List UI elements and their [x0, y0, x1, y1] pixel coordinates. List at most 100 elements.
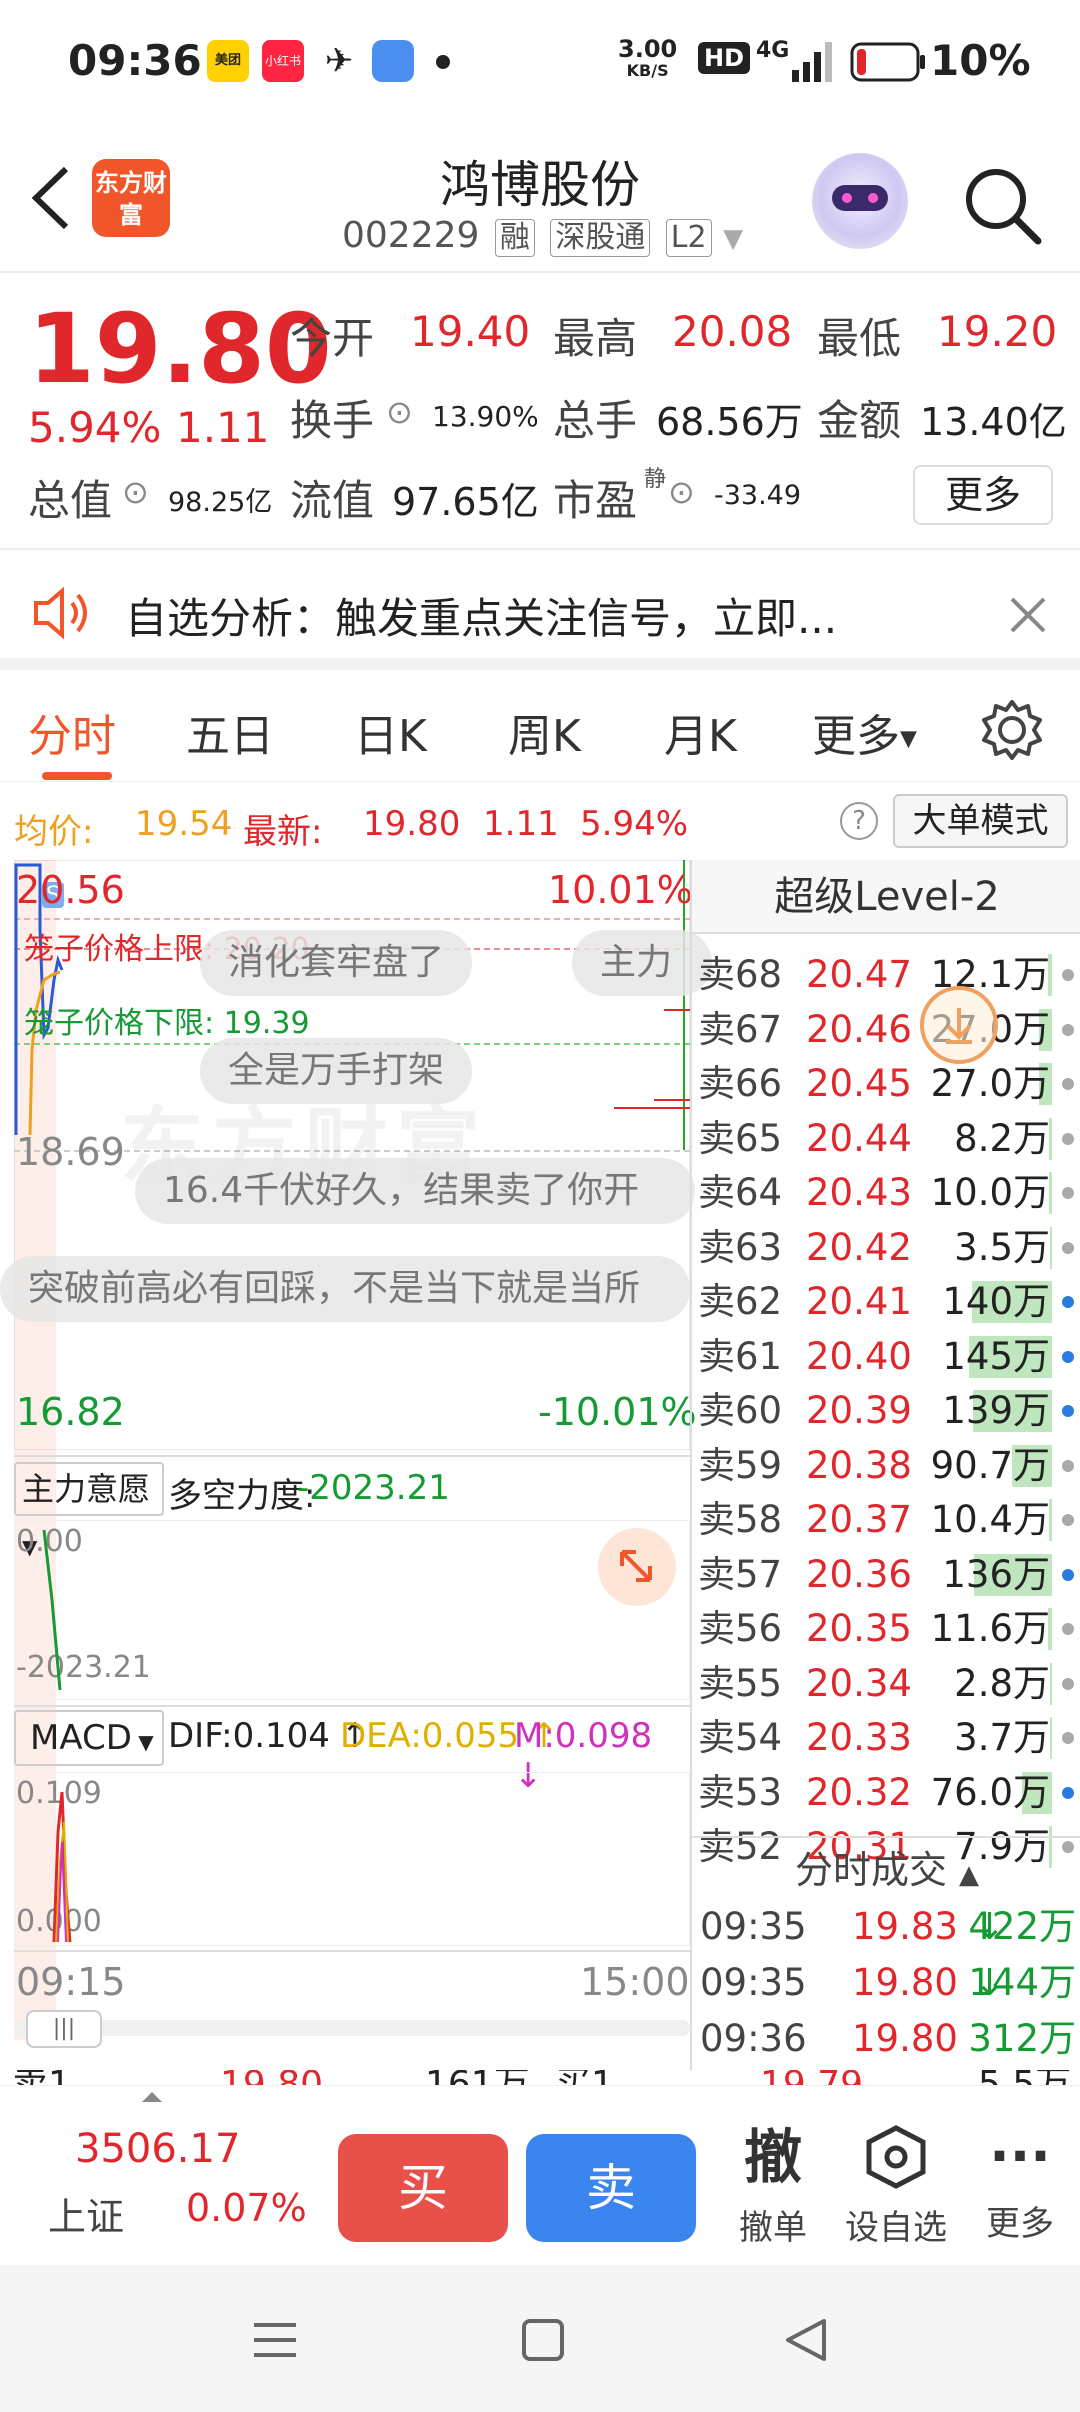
index-name[interactable]: 上证: [48, 2186, 124, 2241]
gear-icon[interactable]: [980, 698, 1044, 762]
orderbook-row[interactable]: 卖56 20.35 11.6万: [692, 1602, 1080, 1656]
more-button[interactable]: ··· 更多: [976, 2124, 1064, 2245]
time-start: 09:15: [16, 1960, 126, 2004]
orderbook-volume: 136万: [942, 1552, 1050, 1596]
signal-banner[interactable]: 自选分析：触发重点关注信号，立即...: [0, 555, 1080, 670]
cancel-order-button[interactable]: 撤 撤单: [733, 2124, 813, 2249]
macd-selector[interactable]: MACD ▼: [14, 1710, 164, 1766]
cancel-icon: 撤: [743, 2123, 802, 2191]
close-icon[interactable]: [1008, 595, 1048, 635]
info-circle-icon[interactable]: ⊙: [668, 473, 695, 511]
indicator-value: -2023.21: [297, 1468, 450, 1508]
stock-code-line[interactable]: 002229 融 深股通 L2 ▼: [342, 215, 743, 257]
orderbook-level: 卖60: [698, 1389, 783, 1432]
status-dot-icon: [1062, 1350, 1074, 1363]
comment-bubble[interactable]: 16.4千伏好久，结果卖了你开: [135, 1158, 695, 1224]
orderbook-row[interactable]: 卖66 20.45 27.0万: [692, 1057, 1080, 1111]
index-percent[interactable]: 0.07%: [186, 2186, 307, 2230]
add-watchlist-button[interactable]: 设自选: [840, 2124, 952, 2249]
orderbook-level: 卖55: [698, 1661, 783, 1705]
orderbook-row[interactable]: 卖57 20.36 136万: [692, 1548, 1080, 1602]
status-dot-icon: [1062, 1187, 1074, 1199]
tab-weekly-k[interactable]: 周K: [508, 700, 581, 764]
mcap-value: 98.25亿: [168, 487, 273, 518]
comment-bubble[interactable]: 全是万手打架: [200, 1038, 473, 1104]
open-label: 今开: [290, 314, 375, 363]
battery-icon: [850, 42, 925, 82]
comment-bubble[interactable]: 突破前高必有回踩，不是当下就是当所: [0, 1256, 690, 1322]
search-icon[interactable]: [962, 165, 1046, 249]
orderbook-level: 卖63: [698, 1225, 783, 1269]
trades-title[interactable]: 分时成交 ▲: [692, 1840, 1080, 1905]
indicator-selector[interactable]: 主力意愿 ▼: [14, 1462, 164, 1559]
tab-five-day[interactable]: 五日: [186, 700, 274, 764]
sell-button[interactable]: 卖: [526, 2134, 696, 2242]
orderbook-row[interactable]: 卖60 20.39 139万: [692, 1384, 1080, 1438]
caret-up-icon[interactable]: [140, 2090, 164, 2104]
orderbook-price: 20.36: [806, 1552, 912, 1596]
scroll-handle[interactable]: |||: [26, 2010, 102, 2048]
menu-icon[interactable]: [250, 2315, 300, 2365]
back-arrow-icon[interactable]: [26, 163, 76, 233]
scroll-track[interactable]: [14, 2020, 690, 2036]
buy-button[interactable]: 买: [338, 2134, 508, 2242]
orderbook-price: 20.37: [806, 1498, 912, 1541]
big-order-mode-button[interactable]: 大单模式: [893, 794, 1068, 848]
badge-sgt: 深股通: [550, 219, 651, 257]
pe-static-mark: 静: [644, 467, 667, 492]
help-icon[interactable]: ?: [840, 802, 878, 840]
volume-label: 总手: [553, 396, 638, 445]
back-triangle-icon[interactable]: [780, 2315, 830, 2365]
comment-bubble[interactable]: 消化套牢盘了: [200, 930, 473, 996]
feishu-icon: ✈: [324, 41, 354, 81]
stock-name[interactable]: 鸿博股份: [340, 145, 740, 217]
speaker-icon: [34, 586, 87, 640]
mcap-label: 总值: [28, 476, 113, 525]
home-square-icon[interactable]: [518, 2315, 568, 2365]
orderbook-row[interactable]: 卖53 20.32 76.0万: [692, 1766, 1080, 1820]
macd-bars-svg: [52, 1791, 72, 1943]
orderbook-row[interactable]: 卖61 20.40 145万: [692, 1330, 1080, 1384]
pe-label: 市盈: [553, 476, 638, 525]
download-icon[interactable]: [920, 986, 998, 1064]
tab-more[interactable]: 更多▼: [812, 700, 917, 764]
badge-margin: 融: [494, 219, 535, 257]
tab-daily-k[interactable]: 日K: [354, 700, 427, 764]
tab-intraday[interactable]: 分时: [28, 700, 116, 764]
orderbook-row[interactable]: 卖68 20.47 12.1万: [692, 948, 1080, 1002]
more-quote-button[interactable]: 更多: [913, 465, 1053, 525]
expand-icon[interactable]: [598, 1528, 676, 1606]
orderbook-level: 卖65: [698, 1116, 783, 1160]
tab-monthly-k[interactable]: 月K: [664, 700, 737, 764]
macd-chart[interactable]: [14, 1772, 690, 1946]
orderbook-price: 20.43: [806, 1171, 912, 1214]
axis-top-price: 20.56: [16, 868, 125, 912]
orderbook-row[interactable]: 卖64 20.43 10.0万: [692, 1166, 1080, 1220]
status-time: 09:36: [68, 36, 202, 85]
info-circle-icon[interactable]: ⊙: [122, 473, 149, 511]
orderbook-row[interactable]: 卖55 20.34 2.8万: [692, 1657, 1080, 1711]
orderbook-row[interactable]: 卖54 20.33 3.7万: [692, 1711, 1080, 1765]
index-value[interactable]: 3506.17: [75, 2126, 240, 2172]
orderbook-level: 卖61: [698, 1334, 783, 1378]
info-circle-icon[interactable]: ⊙: [386, 393, 413, 431]
orderbook-row[interactable]: 卖58 20.37 10.4万: [692, 1493, 1080, 1547]
trade-price: 19.80: [852, 1961, 958, 2004]
axis-bottom-price: 16.82: [16, 1390, 125, 1434]
orderbook-row[interactable]: 卖59 20.38 90.7万: [692, 1439, 1080, 1493]
orderbook-row[interactable]: 卖65 20.44 8.2万: [692, 1112, 1080, 1166]
amount-label: 金额: [817, 396, 902, 445]
orderbook-level: 卖66: [698, 1062, 783, 1105]
intraday-chart[interactable]: 东方财富 S 20.56 10.01% 笼子价格上限: 20.20 笼子价格下限…: [0, 860, 712, 2070]
change-percent: 5.94%: [28, 403, 162, 452]
robot-assistant-icon[interactable]: [812, 153, 908, 249]
trade-row: 09:36 19.80 312万: [692, 2012, 1080, 2066]
orderbook-row[interactable]: 卖63 20.42 3.5万: [692, 1221, 1080, 1275]
orderbook-row[interactable]: 卖6720.4627.0万: [692, 1003, 1080, 1057]
brand-logo[interactable]: 东方财富: [92, 159, 170, 237]
trade-price: 19.80: [852, 2017, 958, 2060]
orderbook-level: 卖59: [698, 1443, 783, 1487]
trade-time: 09:35: [700, 1961, 807, 2004]
orderbook-volume: 145万: [942, 1334, 1050, 1378]
orderbook-row[interactable]: 卖62 20.41 140万: [692, 1275, 1080, 1329]
